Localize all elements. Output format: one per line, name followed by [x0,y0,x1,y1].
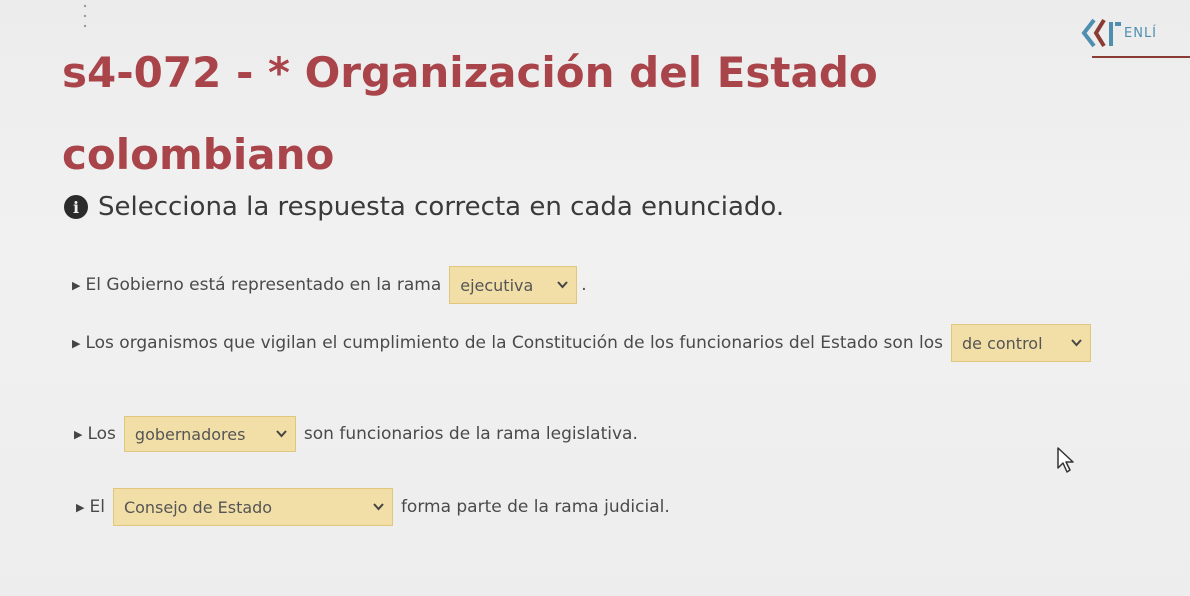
chevron-down-icon [276,430,287,438]
question-4: ▶ El Consejo de Estado forma parte de la… [76,488,670,526]
question-2: ▶ Los organismos que vigilan el cumplimi… [72,324,1091,362]
mouse-cursor-icon [1057,447,1074,473]
bullet-icon: ▶ [76,500,85,514]
question-3-text-before: Los [87,424,116,444]
question-4-selected: Consejo de Estado [123,497,273,517]
info-icon: i [64,195,88,219]
question-1-select[interactable]: ejecutiva [449,266,578,304]
chevron-down-icon [1071,339,1082,347]
chevron-down-icon [373,503,384,511]
logo-text: ENLÍ [1124,26,1158,41]
question-1-text-before: El Gobierno está representado en la rama [85,275,442,295]
instruction-text: Selecciona la respuesta correcta en cada… [98,192,785,222]
question-3-text-after: son funcionarios de la rama legislativa. [303,424,638,444]
bullet-icon: ▶ [72,278,81,292]
instruction: i Selecciona la respuesta correcta en ca… [64,192,784,222]
brand-logo: ENLÍ [1080,6,1190,62]
question-1-text-after: . [581,275,587,295]
question-2-select[interactable]: de control [950,324,1091,362]
question-2-selected: de control [961,333,1043,353]
question-3-selected: gobernadores [134,424,246,444]
question-2-text-before: Los organismos que vigilan el cumplimien… [85,333,943,353]
question-4-text-after: forma parte de la rama judicial. [400,497,670,517]
bullet-icon: ▶ [74,427,83,441]
question-3: ▶ Los gobernadores son funcionarios de l… [74,416,638,452]
question-1: ▶ El Gobierno está representado en la ra… [72,266,587,304]
chevron-down-icon [557,281,568,289]
bullet-icon: ▶ [72,336,81,350]
question-4-text-before: El [89,497,105,517]
enlinea-logo-icon [1081,18,1121,48]
page-title: s4-072 - * Organización del Estado colom… [62,48,878,179]
question-3-select[interactable]: gobernadores [123,416,296,452]
question-4-select[interactable]: Consejo de Estado [112,488,393,526]
logo-underline [1092,56,1190,58]
question-1-selected: ejecutiva [460,275,534,295]
